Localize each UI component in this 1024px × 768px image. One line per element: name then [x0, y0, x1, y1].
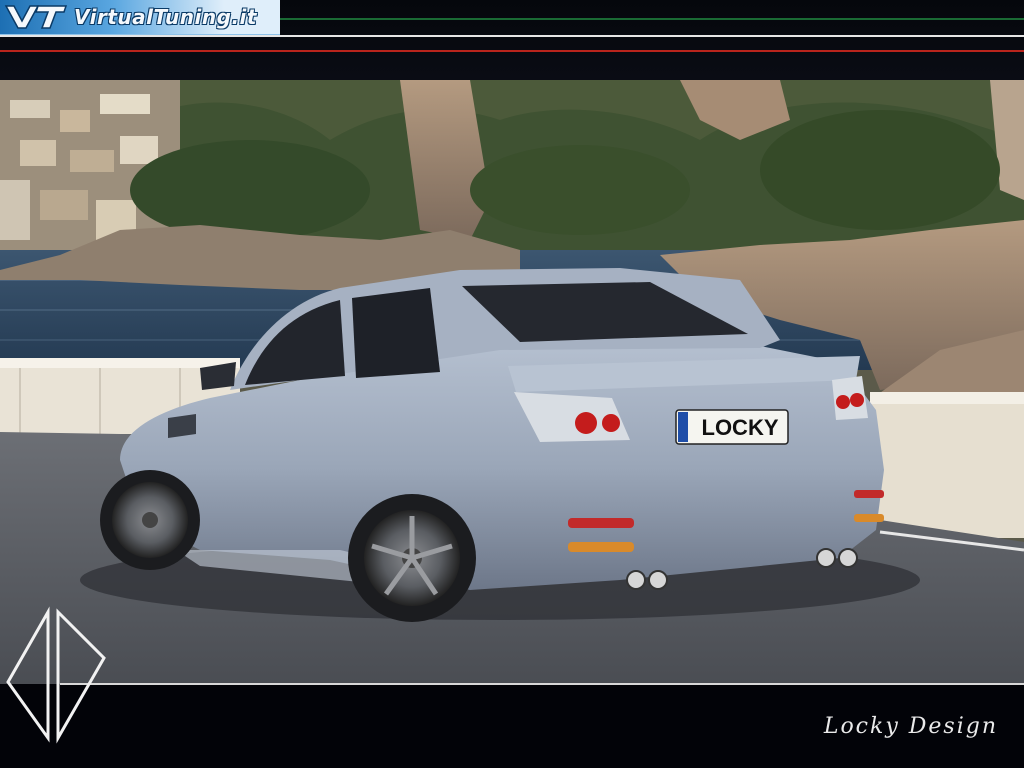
ld-monogram-icon: [6, 606, 106, 744]
white-stripe: [0, 35, 1024, 37]
car-photo: LOCKY: [0, 80, 1024, 684]
bottom-divider: [60, 683, 1024, 685]
author-signature: Locky Design: [823, 714, 998, 739]
site-logo[interactable]: VirtualTuning.it: [0, 0, 280, 35]
wallpaper: VirtualTuning.it LOCKY Locky Design: [0, 0, 1024, 768]
license-plate: LOCKY: [702, 415, 779, 440]
site-name: VirtualTuning.it: [74, 5, 257, 29]
red-stripe: [0, 50, 1024, 52]
green-stripe: [280, 18, 1024, 20]
vt-logo-icon: [4, 5, 68, 29]
